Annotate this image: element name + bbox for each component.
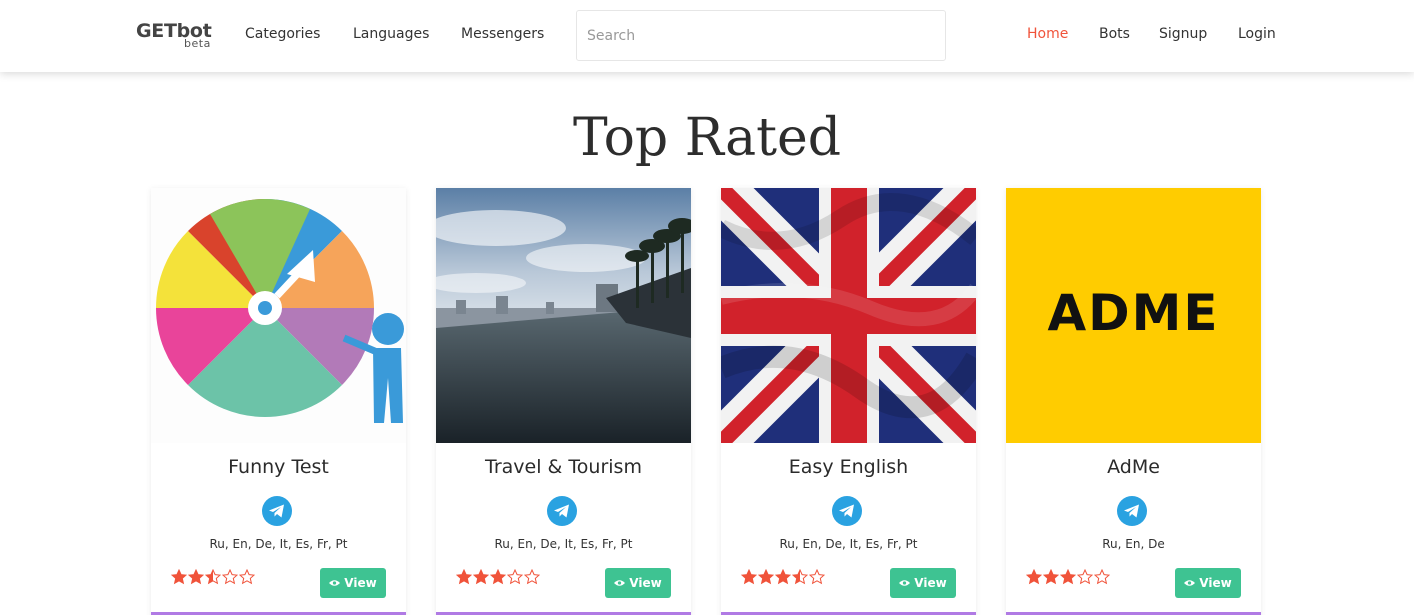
adme-logo: ADME (1047, 284, 1220, 342)
star-rating (171, 569, 255, 589)
union-jack-flag (721, 188, 976, 443)
card-image[interactable] (721, 188, 976, 443)
telegram-icon (262, 496, 292, 526)
card-title[interactable]: Funny Test (151, 456, 406, 478)
view-button-label: View (344, 576, 377, 590)
nav-categories[interactable]: Categories (245, 26, 320, 42)
nav-signup[interactable]: Signup (1159, 26, 1207, 42)
view-button[interactable]: View (320, 568, 386, 598)
star-icon (171, 569, 187, 585)
star-icon (456, 569, 472, 585)
nav-bots[interactable]: Bots (1099, 26, 1130, 42)
star-icon (1060, 569, 1076, 585)
star-icon (792, 569, 808, 585)
eye-icon (329, 580, 341, 586)
spinning-wheel-illustration (151, 188, 406, 443)
page-title: Top Rated (572, 108, 842, 168)
star-icon (524, 569, 540, 585)
brand-sub: beta (184, 37, 211, 50)
star-icon (239, 569, 255, 585)
view-button-label: View (1199, 576, 1232, 590)
view-button-label: View (629, 576, 662, 590)
infinity-pool-photo (436, 188, 691, 443)
search-input[interactable] (576, 10, 946, 61)
nav-home[interactable]: Home (1027, 26, 1068, 42)
star-icon (490, 569, 506, 585)
bot-card: Easy English Ru, En, De, It, Es, Fr, Pt … (721, 188, 976, 615)
view-button[interactable]: View (890, 568, 956, 598)
bot-card: Travel & Tourism Ru, En, De, It, Es, Fr,… (436, 188, 691, 615)
bot-card: ADME AdMe Ru, En, De View (1006, 188, 1261, 615)
star-icon (1026, 569, 1042, 585)
card-languages: Ru, En, De, It, Es, Fr, Pt (209, 537, 348, 551)
brand-logo[interactable]: GETbot beta (136, 20, 226, 56)
star-icon (205, 569, 221, 585)
star-icon (188, 569, 204, 585)
eye-icon (614, 580, 626, 586)
telegram-icon (832, 496, 862, 526)
view-button-label: View (914, 576, 947, 590)
nav-messengers[interactable]: Messengers (461, 26, 544, 42)
star-rating (741, 569, 825, 589)
card-image[interactable] (151, 188, 406, 443)
card-languages: Ru, En, De, It, Es, Fr, Pt (494, 537, 633, 551)
star-rating (1026, 569, 1110, 589)
view-button[interactable]: View (605, 568, 671, 598)
card-image[interactable] (436, 188, 691, 443)
navbar: GETbot beta Categories Languages Messeng… (0, 0, 1414, 72)
star-icon (758, 569, 774, 585)
star-icon (1043, 569, 1059, 585)
star-icon (507, 569, 523, 585)
view-button[interactable]: View (1175, 568, 1241, 598)
bot-card: Funny Test Ru, En, De, It, Es, Fr, Pt Vi… (151, 188, 406, 615)
nav-login[interactable]: Login (1238, 26, 1276, 42)
star-rating (456, 569, 540, 589)
nav-languages[interactable]: Languages (353, 26, 429, 42)
eye-icon (1184, 580, 1196, 586)
telegram-icon (547, 496, 577, 526)
star-icon (1077, 569, 1093, 585)
card-title[interactable]: Travel & Tourism (436, 456, 691, 478)
star-icon (809, 569, 825, 585)
card-title[interactable]: AdMe (1006, 456, 1261, 478)
card-title[interactable]: Easy English (721, 456, 976, 478)
star-icon (775, 569, 791, 585)
star-icon (1094, 569, 1110, 585)
star-icon (222, 569, 238, 585)
telegram-icon (1117, 496, 1147, 526)
eye-icon (899, 580, 911, 586)
card-languages: Ru, En, De (1102, 537, 1165, 551)
card-languages: Ru, En, De, It, Es, Fr, Pt (779, 537, 918, 551)
card-image[interactable]: ADME (1006, 188, 1261, 443)
star-icon (741, 569, 757, 585)
star-icon (473, 569, 489, 585)
